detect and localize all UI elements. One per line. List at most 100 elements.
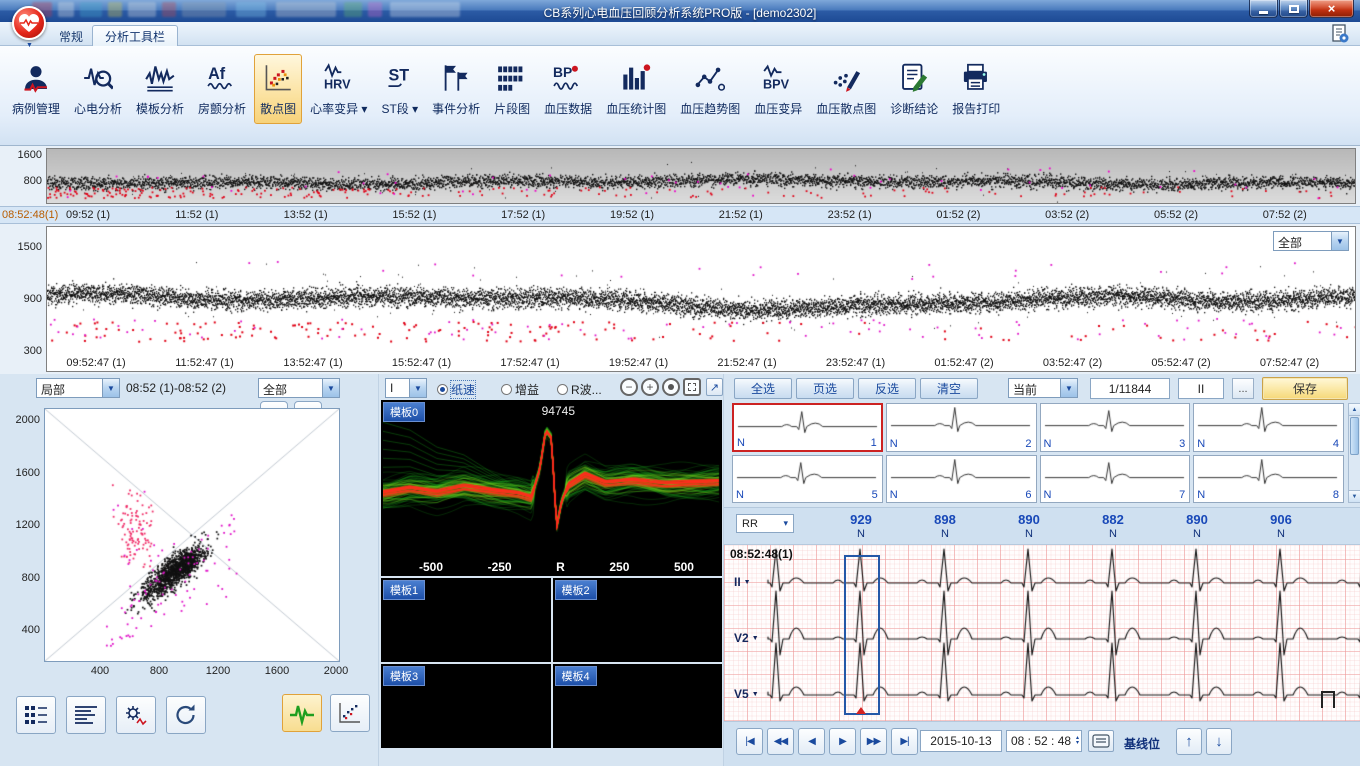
scroll-down-icon[interactable]: ▼ xyxy=(1349,490,1360,502)
toolbar-item-diagnosis[interactable]: 诊断结论 xyxy=(884,54,944,124)
select-page-button[interactable]: 页选 xyxy=(796,378,854,399)
template-4-view[interactable]: 模板4 xyxy=(553,664,723,748)
toolbar-item-event-analysis[interactable]: 事件分析 xyxy=(426,54,486,124)
invert-select-button[interactable]: 反选 xyxy=(858,378,916,399)
lead-select-dropdown[interactable]: I ▼ xyxy=(385,378,427,398)
time-display[interactable]: 08 : 52 : 48 ▴▾ xyxy=(1006,730,1082,752)
rr-value-cell[interactable]: 882N xyxy=(1071,509,1155,540)
baseline-up-button[interactable]: ↑ xyxy=(1176,728,1202,755)
annotation-button[interactable] xyxy=(1088,730,1114,752)
lead-V2-selector[interactable]: V2▼ xyxy=(734,631,759,645)
beats-scrollbar[interactable]: ▲ ▼ xyxy=(1348,403,1360,503)
rewind-button[interactable]: ◀◀ xyxy=(767,728,794,755)
tab-general[interactable]: 常规 xyxy=(46,25,96,46)
toolbar-item-bp-statistics[interactable]: 血压统计图 xyxy=(600,54,672,124)
crop-select-button[interactable] xyxy=(683,378,701,396)
date-display[interactable]: 2015-10-13 xyxy=(920,730,1002,752)
trend-chart-canvas[interactable] xyxy=(47,227,1355,371)
rwave-radio[interactable]: R波... xyxy=(557,381,602,398)
scatter-filter-dropdown[interactable]: 全部 ▼ xyxy=(258,378,340,398)
baseline-down-button[interactable]: ↓ xyxy=(1206,728,1232,755)
trend-filter-dropdown[interactable]: 全部 ▼ xyxy=(1273,231,1349,251)
toolbar-item-fragment-chart[interactable]: 片段图 xyxy=(488,54,536,124)
toolbar-item-bp-trend[interactable]: 血压趋势图 xyxy=(674,54,746,124)
poincare-canvas[interactable] xyxy=(45,409,339,661)
chevron-down-icon[interactable]: ▼ xyxy=(409,379,426,397)
gain-radio[interactable]: 增益 xyxy=(501,381,539,398)
beat-thumbnail[interactable]: N7 xyxy=(1040,455,1191,504)
app-logo-heart[interactable] xyxy=(12,6,46,40)
beat-thumbnail[interactable]: N6 xyxy=(886,455,1037,504)
toolbar-item-ecg-analysis[interactable]: 心电分析 xyxy=(68,54,128,124)
chevron-down-icon[interactable]: ▼ xyxy=(1331,232,1348,250)
ecg-view-button[interactable] xyxy=(282,694,322,732)
chevron-down-icon[interactable]: ▼ xyxy=(322,379,339,397)
maximize-button[interactable] xyxy=(1279,0,1308,18)
poincare-plot[interactable] xyxy=(44,408,340,662)
tab-analysis-toolbar[interactable]: 分析工具栏 xyxy=(92,25,178,46)
toolbar-item-af-analysis[interactable]: Af房颤分析 xyxy=(192,54,252,124)
rr-value-cell[interactable]: 898N xyxy=(903,509,987,540)
beat-filter-dropdown[interactable]: 当前 ▼ xyxy=(1008,378,1078,398)
save-button[interactable]: 保存 xyxy=(1262,377,1348,400)
rr-trend-chart[interactable]: 09:52:47 (1)11:52:47 (1)13:52:47 (1)15:5… xyxy=(46,226,1356,372)
select-all-button[interactable]: 全选 xyxy=(734,378,792,399)
lead-V5-selector[interactable]: V5▼ xyxy=(734,687,759,701)
ecg-strip-area[interactable]: 08:52:48(1) II▼ V2▼ V5▼ xyxy=(724,544,1360,721)
zoom-in-button[interactable]: + xyxy=(641,378,659,396)
rr-label-box[interactable]: RR▾ xyxy=(736,514,794,533)
chevron-down-icon[interactable]: ▼ xyxy=(1060,379,1077,397)
template-0-view[interactable]: 模板0 94745 -500-250R250500 xyxy=(381,400,722,576)
skip-last-button[interactable]: ▶| xyxy=(891,728,918,755)
beat-thumbnail[interactable]: N3 xyxy=(1040,403,1191,452)
toolbar-item-bp-data[interactable]: BP血压数据 xyxy=(538,54,598,124)
time-spinner[interactable]: ▴▾ xyxy=(1076,736,1079,746)
toolbar-item-report-print[interactable]: 报告打印 xyxy=(946,54,1006,124)
interval-list-button[interactable] xyxy=(66,696,106,734)
chevron-down-icon[interactable]: ▼ xyxy=(102,379,119,397)
ecg-strip-canvas[interactable] xyxy=(724,545,1360,721)
rr-value-cell[interactable]: 929N xyxy=(819,509,903,540)
beat-list-button[interactable] xyxy=(16,696,56,734)
zoom-out-button[interactable]: − xyxy=(620,378,638,396)
beat-thumbnail[interactable]: N1 xyxy=(732,403,883,452)
selected-beat-box[interactable] xyxy=(844,555,880,715)
toolbar-item-bp-variability[interactable]: BPV血压变异 xyxy=(748,54,808,124)
rr-value-cell[interactable]: 890N xyxy=(1155,509,1239,540)
rr-value-cell[interactable]: 890N xyxy=(987,509,1071,540)
toolbar-item-bp-scatter[interactable]: 血压散点图 xyxy=(810,54,882,124)
beat-thumbnail[interactable]: N4 xyxy=(1193,403,1344,452)
titlebar[interactable]: CB系列心电血压回顾分析系统PRO版 - [demo2302] × xyxy=(0,0,1360,22)
close-button[interactable]: × xyxy=(1309,0,1354,18)
overview-strip[interactable]: 1600800 xyxy=(0,146,1360,206)
scatter-view-button[interactable] xyxy=(330,694,370,732)
template-3-view[interactable]: 模板3 xyxy=(381,664,551,748)
step-forward-button[interactable]: ▶ xyxy=(829,728,856,755)
clear-select-button[interactable]: 清空 xyxy=(920,378,978,399)
report-settings-icon[interactable] xyxy=(1330,24,1350,44)
fast-forward-button[interactable]: ▶▶ xyxy=(860,728,887,755)
beat-thumbnail[interactable]: N5 xyxy=(732,455,883,504)
scroll-up-icon[interactable]: ▲ xyxy=(1349,404,1360,416)
scatter-mode-dropdown[interactable]: 局部 ▼ xyxy=(36,378,120,398)
center-view-button[interactable] xyxy=(662,378,680,396)
lead-II-selector[interactable]: II▼ xyxy=(734,575,751,589)
toolbar-item-scatter-plot[interactable]: 散点图 xyxy=(254,54,302,124)
beat-thumbnail[interactable]: N8 xyxy=(1193,455,1344,504)
toolbar-item-st-segment[interactable]: STST段 ▾ xyxy=(375,54,424,124)
logo-dropdown-arrow-icon[interactable]: ▼ xyxy=(26,42,33,49)
toolbar-item-case-management[interactable]: 病例管理 xyxy=(6,54,66,124)
analysis-settings-button[interactable] xyxy=(116,696,156,734)
overview-chart-canvas[interactable] xyxy=(46,148,1356,204)
rr-value-cell[interactable]: 906N xyxy=(1239,509,1323,540)
template-2-view[interactable]: 模板2 xyxy=(553,578,723,662)
template-1-view[interactable]: 模板1 xyxy=(381,578,551,662)
popout-button[interactable]: ↗ xyxy=(706,378,723,396)
more-button[interactable]: ... xyxy=(1232,378,1254,399)
skip-first-button[interactable]: |◀ xyxy=(736,728,763,755)
step-back-button[interactable]: ◀ xyxy=(798,728,825,755)
refresh-button[interactable] xyxy=(166,696,206,734)
toolbar-item-template-analysis[interactable]: 模板分析 xyxy=(130,54,190,124)
toolbar-item-hrv[interactable]: HRV心率变异 ▾ xyxy=(304,54,373,124)
scrollbar-thumb[interactable] xyxy=(1350,417,1359,455)
